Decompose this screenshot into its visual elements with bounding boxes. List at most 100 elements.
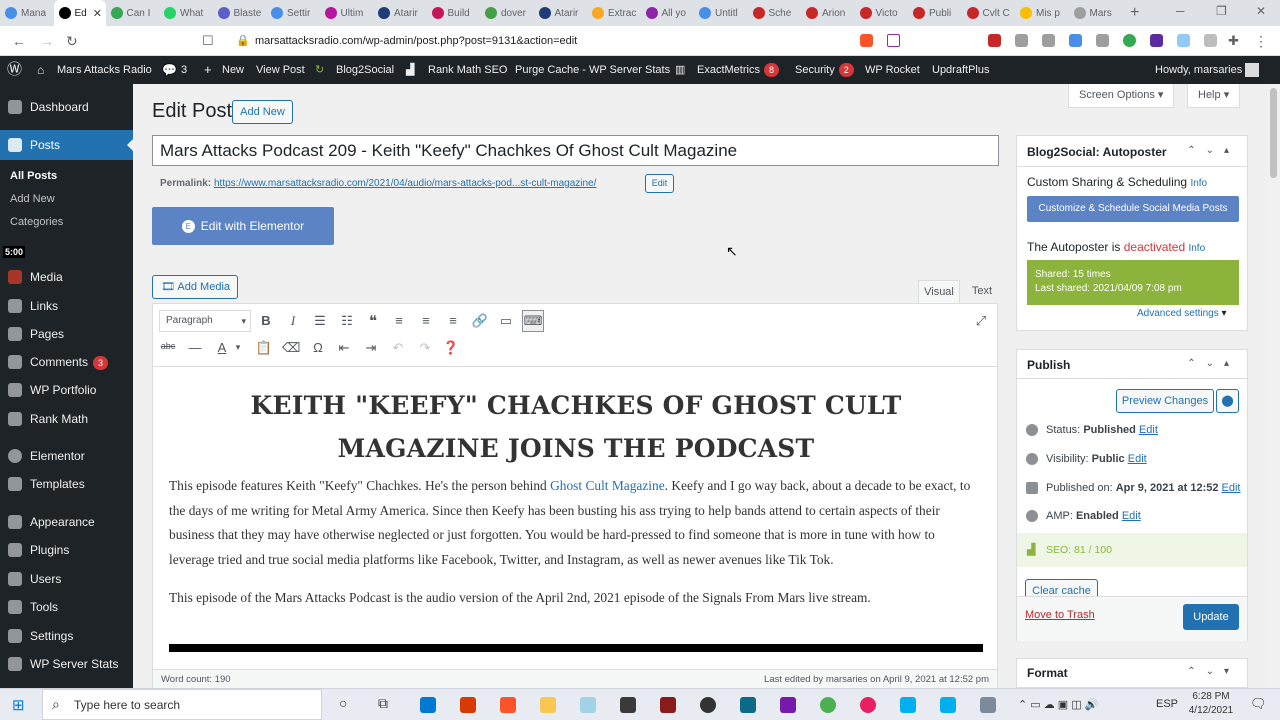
scrollbar-thumb[interactable]: [1270, 88, 1277, 178]
menu-links[interactable]: Links: [0, 292, 133, 320]
tab-visual[interactable]: Visual: [918, 280, 960, 304]
skype-icon[interactable]: [900, 697, 916, 713]
strikethrough-icon[interactable]: abc: [159, 341, 177, 351]
browser-tab[interactable]: Ultim: [320, 0, 374, 26]
browser-tab[interactable]: Blaste: [213, 0, 267, 26]
browser-tab[interactable]: Extrac: [587, 0, 641, 26]
extension-icon[interactable]: [988, 34, 1001, 47]
forward-icon[interactable]: →: [40, 33, 54, 49]
browser-tab[interactable]: Settir: [266, 0, 320, 26]
skype-icon[interactable]: [940, 697, 956, 713]
adminbar-view-post[interactable]: View Post: [256, 56, 305, 84]
extension-icon[interactable]: [1177, 34, 1190, 47]
edit-with-elementor-button[interactable]: E Edit with Elementor: [152, 207, 334, 245]
adminbar-wp-rocket[interactable]: WP Rocket: [865, 56, 920, 84]
move-to-trash-link[interactable]: Move to Trash: [1025, 609, 1095, 621]
extension-icon[interactable]: [1042, 34, 1055, 47]
tab-text[interactable]: Text: [966, 280, 998, 304]
permalink-link[interactable]: https://www.marsattacksradio.com/2021/04…: [214, 178, 596, 189]
mail-icon[interactable]: [740, 697, 756, 713]
bullet-list-icon[interactable]: ☰: [311, 313, 329, 329]
help-icon[interactable]: ❓: [442, 340, 460, 356]
format-select[interactable]: Paragraph ▾: [159, 310, 251, 332]
extension-icon[interactable]: [1069, 34, 1082, 47]
preview-more-icon[interactable]: ⬤: [1216, 389, 1239, 413]
submenu-add-new[interactable]: Add New: [10, 193, 55, 205]
task-view-icon[interactable]: ⧉: [378, 695, 388, 712]
menu-wp-portfolio[interactable]: WP Portfolio: [0, 376, 133, 404]
menu-media[interactable]: Media: [0, 263, 133, 291]
menu-elementor[interactable]: Elementor: [0, 442, 133, 470]
avatar[interactable]: [1245, 63, 1259, 77]
read-more-icon[interactable]: ▭: [497, 313, 515, 329]
chrome-icon[interactable]: [820, 697, 836, 713]
horizontal-line-icon[interactable]: ―: [186, 340, 204, 355]
adminbar-rankmath[interactable]: Rank Math SEO: [428, 56, 507, 84]
update-button[interactable]: Update: [1183, 604, 1239, 630]
minimize-icon[interactable]: ─: [1176, 4, 1185, 18]
menu-rank-math[interactable]: Rank Math: [0, 405, 133, 433]
italic-icon[interactable]: I: [284, 313, 302, 329]
browser-tab[interactable]: Ed ✕: [53, 0, 106, 26]
panel-arrows-icon[interactable]: ⌃⌄▾: [1187, 666, 1239, 677]
panel-arrows-icon[interactable]: ⌃⌄▴: [1187, 358, 1239, 369]
special-character-icon[interactable]: Ω: [309, 340, 327, 355]
outlook-icon[interactable]: [420, 697, 436, 713]
visibility-edit-link[interactable]: Edit: [1128, 453, 1147, 465]
numbered-list-icon[interactable]: ☷: [338, 313, 356, 329]
onenote-icon[interactable]: [780, 697, 796, 713]
xbox-icon[interactable]: [700, 697, 716, 713]
screen-options-button[interactable]: Screen Options ▾: [1068, 84, 1175, 108]
advanced-settings-link[interactable]: Advanced settings ▾: [1137, 308, 1227, 319]
new-tab-button[interactable]: +: [1130, 4, 1139, 22]
browser-tab[interactable]: Victo: [855, 0, 909, 26]
submenu-categories[interactable]: Categories: [10, 216, 63, 228]
browser-tab[interactable]: Atarir: [534, 0, 588, 26]
app-icon[interactable]: [660, 697, 676, 713]
browser-tab[interactable]: Atarir: [373, 0, 427, 26]
menu-appearance[interactable]: Appearance: [0, 508, 133, 536]
fullscreen-icon[interactable]: ⤢: [972, 313, 990, 329]
menu-tools[interactable]: Tools: [0, 593, 133, 621]
notifications-icon[interactable]: 🗨: [1250, 696, 1267, 712]
info-link[interactable]: Info: [1188, 243, 1205, 254]
extension-icon[interactable]: [1123, 34, 1136, 47]
store-icon[interactable]: [620, 697, 636, 713]
clear-formatting-icon[interactable]: ⌫: [282, 340, 300, 356]
window-close-icon[interactable]: ✕: [1256, 4, 1266, 18]
puzzle-icon[interactable]: ✚: [1228, 33, 1239, 49]
extension-icon[interactable]: [1015, 34, 1028, 47]
brave-shield-icon[interactable]: [860, 34, 873, 47]
customize-schedule-button[interactable]: Customize & Schedule Social Media Posts: [1027, 196, 1239, 222]
adminbar-comments-count[interactable]: 3: [181, 56, 187, 84]
maximize-icon[interactable]: ❐: [1216, 4, 1227, 18]
menu-posts[interactable]: Posts: [0, 130, 133, 160]
align-right-icon[interactable]: ≡: [444, 313, 462, 328]
office-icon[interactable]: [460, 697, 476, 713]
add-media-button[interactable]: 🎞 Add Media: [152, 275, 238, 299]
blockquote-icon[interactable]: ❝: [364, 312, 382, 330]
menu-pages[interactable]: Pages: [0, 320, 133, 348]
browser-tab[interactable]: Cvlt C: [962, 0, 1016, 26]
outdent-icon[interactable]: ⇤: [335, 340, 353, 356]
system-tray-icons[interactable]: ⌃ ▭ ☁ ▣ ◫ 🔊: [1018, 698, 1098, 711]
back-icon[interactable]: ←: [12, 33, 26, 49]
taskbar-search-box[interactable]: ⌕ Type here to search: [42, 689, 322, 720]
undo-icon[interactable]: ↶: [389, 340, 407, 356]
adminbar-purge-cache[interactable]: Purge Cache - WP Server Stats: [515, 56, 670, 84]
add-new-button[interactable]: Add New: [232, 100, 293, 124]
adminbar-blog2social[interactable]: Blog2Social: [336, 56, 394, 84]
indent-icon[interactable]: ⇥: [362, 340, 380, 356]
paste-text-icon[interactable]: 📋: [255, 340, 273, 356]
browser-tab[interactable]: dover: [480, 0, 534, 26]
language-indicator[interactable]: ESP: [1156, 698, 1178, 710]
browser-tab[interactable]: Build: [427, 0, 481, 26]
caret-down-icon[interactable]: ▾: [229, 342, 247, 353]
browser-tab[interactable]: Mana: [0, 0, 54, 26]
browser-tab[interactable]: Mars: [1069, 0, 1123, 26]
menu-plugins[interactable]: Plugins: [0, 536, 133, 564]
brave-icon[interactable]: [500, 697, 516, 713]
redo-icon[interactable]: ↷: [416, 340, 434, 356]
file-explorer-icon[interactable]: [540, 697, 556, 713]
menu-templates[interactable]: Templates: [0, 470, 133, 498]
